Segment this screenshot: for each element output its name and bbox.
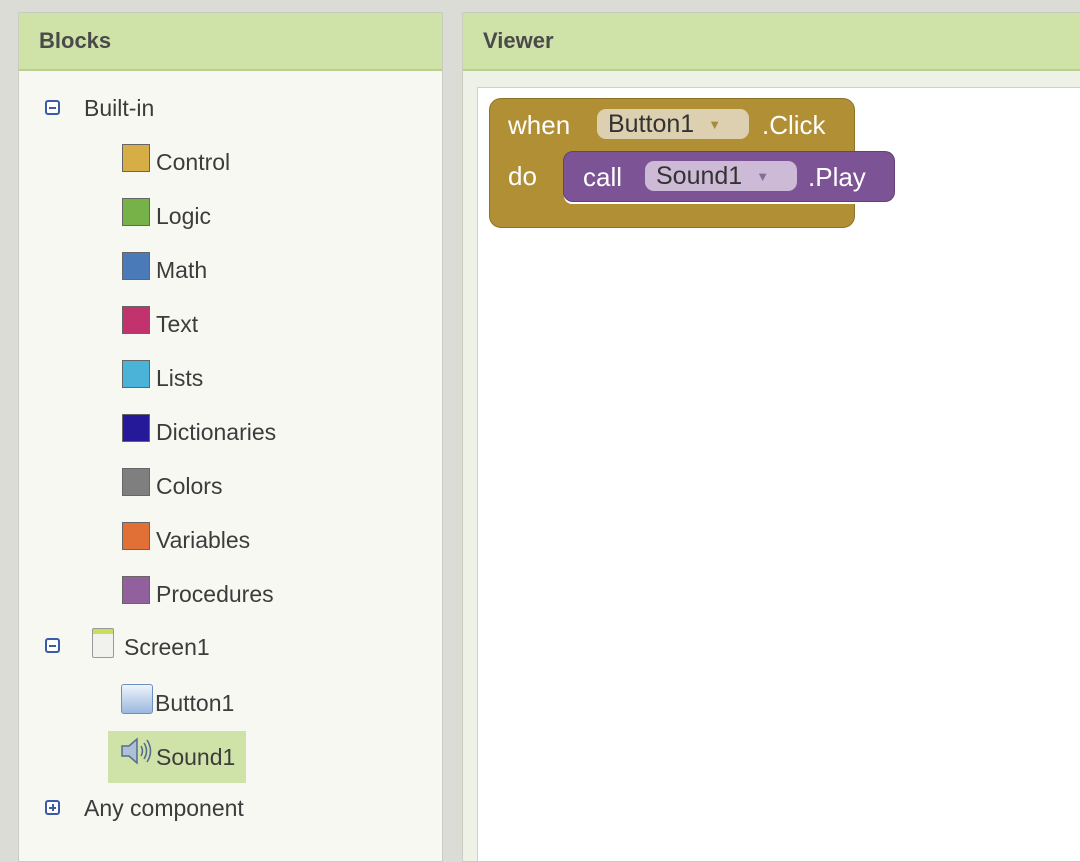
builtin-item-text[interactable]: Text xyxy=(122,306,199,338)
builtin-item-dictionaries[interactable]: Dictionaries xyxy=(122,414,277,446)
builtin-item-variables[interactable]: Variables xyxy=(122,522,251,554)
screen-icon xyxy=(92,628,114,658)
event-name: .Click xyxy=(762,110,826,140)
colors-color-icon xyxy=(122,468,150,496)
builtin-item-label: Colors xyxy=(156,472,223,499)
builtin-item-label: Text xyxy=(156,310,199,337)
component-item-label: Sound1 xyxy=(156,743,236,770)
math-color-icon xyxy=(122,252,150,280)
builtin-item-label: Control xyxy=(156,148,231,175)
text-color-icon xyxy=(122,306,150,334)
call-keyword: call xyxy=(583,162,623,192)
component-item-sound1[interactable]: Sound1 xyxy=(120,737,236,772)
component-dropdown-button1[interactable]: Button1 ▼ xyxy=(597,109,749,139)
builtin-item-logic[interactable]: Logic xyxy=(122,198,211,230)
expand-any-component-icon[interactable] xyxy=(45,800,60,815)
builtin-item-colors[interactable]: Colors xyxy=(122,468,223,500)
tree-item-label: Any component xyxy=(84,795,244,821)
component-item-button1[interactable]: Button1 xyxy=(121,684,235,718)
method-name: .Play xyxy=(808,162,866,192)
viewer-panel-title: Viewer xyxy=(463,13,1080,71)
dropdown-arrow-icon: ▼ xyxy=(708,116,722,132)
blocks-panel-title: Blocks xyxy=(19,13,442,71)
builtin-item-label: Logic xyxy=(156,202,211,229)
builtin-item-label: Procedures xyxy=(156,580,274,607)
procedures-color-icon xyxy=(122,576,150,604)
builtin-item-lists[interactable]: Lists xyxy=(122,360,204,392)
builtin-item-label: Variables xyxy=(156,526,251,553)
component-dropdown-sound1[interactable]: Sound1 ▼ xyxy=(645,161,797,191)
tree-item-label: Screen1 xyxy=(124,633,210,660)
dictionaries-color-icon xyxy=(122,414,150,442)
dropdown-arrow-icon: ▼ xyxy=(756,168,770,184)
do-keyword: do xyxy=(508,161,537,191)
tree-item-screen1[interactable]: Screen1 xyxy=(92,628,210,662)
builtin-item-label: Dictionaries xyxy=(156,418,277,445)
builtin-item-label: Lists xyxy=(156,364,204,391)
component-item-label: Button1 xyxy=(155,689,235,716)
builtin-item-math[interactable]: Math xyxy=(122,252,208,284)
logic-color-icon xyxy=(122,198,150,226)
variables-color-icon xyxy=(122,522,150,550)
builtin-item-procedures[interactable]: Procedures xyxy=(122,576,274,608)
builtin-item-control[interactable]: Control xyxy=(122,144,231,176)
control-color-icon xyxy=(122,144,150,172)
lists-color-icon xyxy=(122,360,150,388)
button-icon xyxy=(121,684,153,714)
when-keyword: when xyxy=(508,110,571,140)
dropdown-value: Button1 xyxy=(608,109,695,138)
collapse-screen1-icon[interactable] xyxy=(45,638,60,653)
collapse-builtin-icon[interactable] xyxy=(45,100,60,115)
dropdown-value: Sound1 xyxy=(656,161,743,190)
builtin-item-label: Math xyxy=(156,256,208,283)
speaker-icon xyxy=(121,737,152,765)
tree-item-any-component[interactable]: Any component xyxy=(84,795,244,822)
tree-item-label: Built-in xyxy=(84,95,155,121)
tree-item-builtin[interactable]: Built-in xyxy=(84,95,154,122)
